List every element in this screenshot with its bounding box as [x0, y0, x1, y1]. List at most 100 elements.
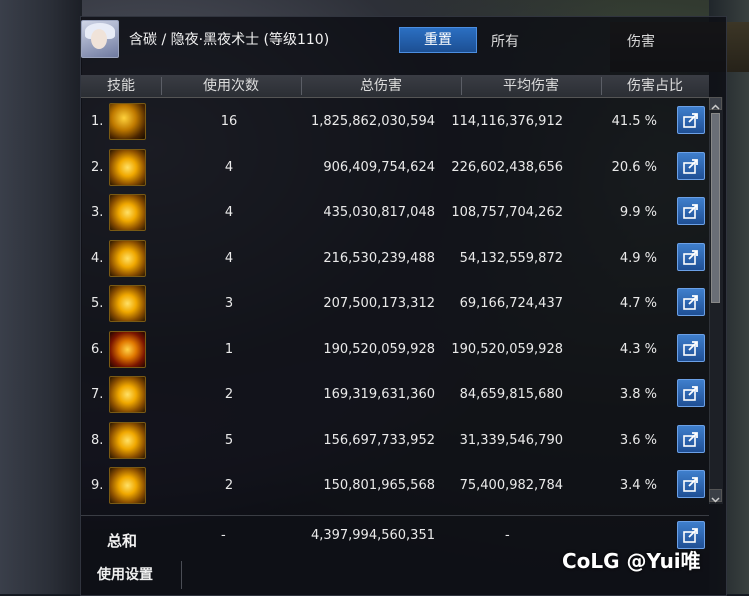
tab-damage[interactable]: 伤害	[627, 31, 655, 51]
row-avg-damage: 54,132,559,872	[459, 250, 563, 266]
row-damage-share: 41.5 %	[611, 114, 657, 129]
skill-icon	[109, 467, 146, 504]
share-icon	[683, 528, 698, 543]
share-icon	[683, 477, 698, 492]
row-total-damage: 207,500,173,312	[323, 296, 435, 311]
header-skill: 技能	[107, 78, 135, 94]
row-uses: 1	[224, 341, 234, 357]
share-icon	[683, 113, 698, 128]
share-button[interactable]	[677, 333, 705, 362]
row-total-damage: 190,520,059,928	[323, 341, 435, 357]
header-avg-damage: 平均伤害	[503, 78, 559, 94]
share-button[interactable]	[677, 197, 705, 225]
skill-icon	[109, 103, 146, 140]
character-name: 含碳 / 隐夜·黑夜术士 (等级110)	[129, 32, 330, 48]
row-damage-share: 3.4 %	[619, 478, 657, 493]
skill-icon	[109, 376, 146, 413]
share-icon	[683, 249, 698, 265]
summary-uses: -	[221, 528, 226, 543]
table-row: 8. 5 156,697,733,952 31,339,546,790 3.6 …	[81, 420, 709, 465]
scrollbar-thumb[interactable]	[711, 113, 720, 303]
row-rank: 5.	[91, 296, 104, 311]
row-damage-share: 4.9 %	[619, 250, 657, 266]
summary-label: 总和	[107, 532, 138, 550]
row-uses: 4	[224, 205, 234, 220]
row-avg-damage: 114,116,376,912	[451, 114, 563, 129]
share-button[interactable]	[677, 242, 705, 271]
row-total-damage: 156,697,733,952	[323, 432, 435, 448]
table-row: 3. 4 435,030,817,048 108,757,704,262 9.9…	[81, 192, 709, 237]
skill-icon	[109, 194, 146, 231]
share-button[interactable]	[677, 379, 705, 407]
row-damage-share: 9.9 %	[619, 205, 657, 220]
row-total-damage: 169,319,631,360	[323, 387, 435, 402]
table-row: 7. 2 169,319,631,360 84,659,815,680 3.8 …	[81, 374, 709, 419]
header-total-damage: 总伤害	[360, 78, 402, 94]
row-total-damage: 435,030,817,048	[323, 205, 435, 220]
row-avg-damage: 69,166,724,437	[459, 296, 563, 311]
row-total-damage: 1,825,862,030,594	[310, 114, 435, 129]
scroll-down-button[interactable]	[709, 489, 722, 503]
row-avg-damage: 75,400,982,784	[459, 478, 563, 493]
row-total-damage: 150,801,965,568	[323, 478, 435, 493]
skill-icon	[109, 148, 146, 186]
share-button[interactable]	[677, 288, 705, 316]
row-rank: 6.	[91, 341, 104, 357]
tab-all[interactable]: 所有	[491, 31, 519, 51]
summary-total-damage: 4,397,994,560,351	[310, 528, 435, 543]
row-rank: 7.	[91, 387, 104, 402]
row-total-damage: 906,409,754,624	[323, 159, 435, 175]
share-button[interactable]	[677, 106, 705, 134]
table-row: 9. 2 150,801,965,568 75,400,982,784 3.4 …	[81, 465, 709, 510]
scroll-up-button[interactable]	[709, 97, 722, 110]
character-avatar	[81, 20, 119, 58]
share-button[interactable]	[677, 424, 705, 453]
row-rank: 3.	[91, 205, 104, 220]
share-button[interactable]	[677, 151, 705, 180]
skill-icon	[109, 421, 146, 459]
skill-icon	[109, 285, 146, 322]
row-uses: 4	[224, 250, 234, 266]
row-avg-damage: 226,602,438,656	[451, 159, 563, 175]
row-damage-share: 4.7 %	[619, 296, 657, 311]
header-uses: 使用次数	[203, 78, 259, 94]
row-uses: 3	[224, 296, 234, 311]
row-rank: 1.	[91, 114, 104, 129]
row-damage-share: 4.3 %	[619, 341, 657, 357]
row-avg-damage: 108,757,704,262	[451, 205, 563, 220]
usage-settings-button[interactable]: 使用设置	[81, 561, 182, 589]
table-header: 技能 使用次数 总伤害 平均伤害 伤害占比	[81, 75, 709, 98]
share-icon	[683, 295, 698, 310]
row-avg-damage: 31,339,546,790	[459, 432, 563, 448]
share-icon	[683, 158, 698, 174]
row-damage-share: 3.6 %	[619, 432, 657, 448]
row-rank: 2.	[91, 159, 104, 175]
share-icon	[683, 386, 698, 401]
skill-icon	[109, 239, 146, 277]
row-avg-damage: 84,659,815,680	[459, 387, 563, 402]
row-uses: 5	[224, 432, 234, 448]
watermark: CoLG @Yui唯	[562, 549, 701, 573]
share-icon	[683, 204, 698, 219]
table-row: 1. 16 1,825,862,030,594 114,116,376,912 …	[81, 101, 709, 146]
background-scene-left	[0, 0, 82, 594]
share-button[interactable]	[677, 470, 705, 498]
title-bar: 含碳 / 隐夜·黑夜术士 (等级110) 重置 所有 伤害	[81, 17, 726, 69]
row-uses: 2	[224, 478, 234, 493]
reset-button[interactable]: 重置	[399, 27, 477, 53]
row-uses: 2	[224, 387, 234, 402]
summary-avg-damage: -	[505, 528, 510, 543]
damage-stats-window: 含碳 / 隐夜·黑夜术士 (等级110) 重置 所有 伤害 技能 使用次数 总伤…	[80, 16, 727, 596]
table-row: 6. 1 190,520,059,928 190,520,059,928 4.3…	[81, 329, 709, 374]
table-row: 4. 4 216,530,239,488 54,132,559,872 4.9 …	[81, 238, 709, 283]
row-damage-share: 3.8 %	[619, 387, 657, 402]
row-rank: 4.	[91, 250, 104, 266]
table-row: 5. 3 207,500,173,312 69,166,724,437 4.7 …	[81, 283, 709, 328]
row-rank: 8.	[91, 432, 104, 448]
row-rank: 9.	[91, 478, 104, 493]
share-icon	[683, 340, 698, 356]
share-icon	[683, 431, 698, 447]
header-damage-share: 伤害占比	[627, 78, 683, 94]
row-avg-damage: 190,520,059,928	[451, 341, 563, 357]
skill-icon	[109, 330, 146, 368]
